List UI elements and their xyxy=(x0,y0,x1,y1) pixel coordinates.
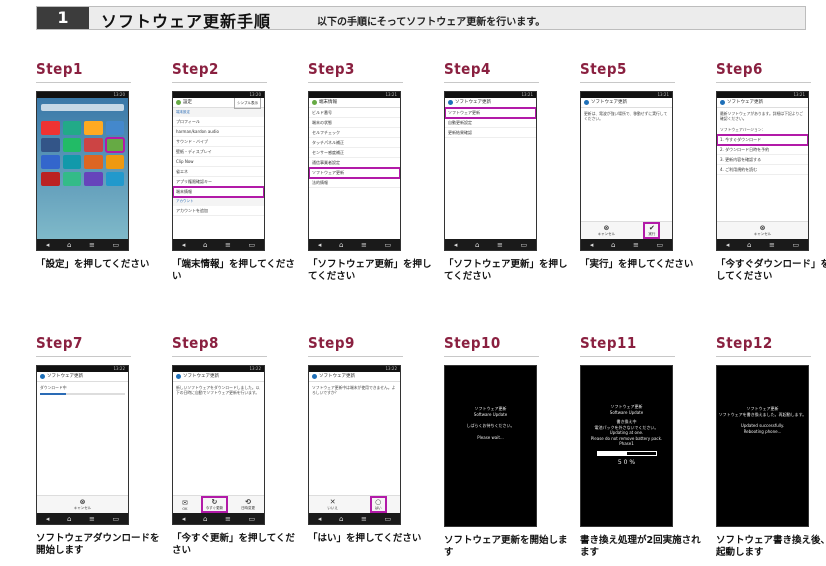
step-caption: 「設定」を押してください xyxy=(36,259,150,270)
software-update-item[interactable]: ソフトウェア更新 xyxy=(445,107,536,119)
step-3: Step3 13:21 端末情報 ビルド番号 端末の状態 セルフチェック タッチパネル… xyxy=(308,60,432,282)
step-7: Step7 13:22 ソフトウェア更新 ダウンロード中 ⊗ キャンセル ◂ ⌂ ≡ ▭… xyxy=(36,334,160,556)
run-button[interactable]: ✔ 実行 xyxy=(643,222,661,239)
step-11: Step11 ソフトウェア更新 Software Update 書き換え中 電池パッ… xyxy=(580,334,701,558)
update-now-button[interactable]: ↻ 今すぐ更新 xyxy=(200,496,229,513)
settings-app-icon[interactable] xyxy=(104,137,125,153)
nav-bar: ◂ ⌂ ≡ ▭ xyxy=(37,239,128,250)
section-subtitle: 以下の手順にそってソフトウェア更新を行います。 xyxy=(317,17,546,28)
step-label: Step1 xyxy=(36,60,83,78)
step-6: Step6 13:21 ソフトウェア更新 最新ソフトウェアがあります。詳細は下記… xyxy=(716,60,826,282)
step-8: Step8 13:22 ソフトウェア更新 新しいソフトウェアをダウンロードしまし… xyxy=(172,334,295,556)
progress-bar xyxy=(596,450,657,456)
step-4: Step4 13:21 ソフトウェア更新 ソフトウェア更新 自動更新設定 更新結果… xyxy=(444,60,568,282)
section-header: 1 ソフトウェア更新手順 以下の手順にそってソフトウェア更新を行います。 xyxy=(36,6,806,31)
step-2: Step2 13:20 設定 シンプル表示 端末設定 プロフィール harman/k… xyxy=(172,60,295,282)
software-update-item[interactable]: ソフトウェア更新 xyxy=(309,167,400,179)
section-title: ソフトウェア更新手順 xyxy=(101,12,272,31)
phone-screenshot: 13:20 設定 シンプル表示 端末設定 プロフィール harman/kardon … xyxy=(172,91,265,251)
device-info-item[interactable]: 端末情報 xyxy=(173,186,264,198)
step-12: Step12 ソフトウェア更新 ソフトウェアを書き換えました。再起動します。 Up… xyxy=(716,334,826,558)
section-number: 1 xyxy=(37,7,89,29)
step-5: Step5 13:21 ソフトウェア更新 更新は、電波が強い場所で、移動せずに実… xyxy=(580,60,694,270)
step-9: Step9 13:22 ソフトウェア更新 ソフトウェア更新中は端末が使用できませ… xyxy=(308,334,422,544)
step-10: Step10 ソフトウェア更新 Software Update しばらくお待ちくだ… xyxy=(444,334,568,558)
phone-screenshot: 13:20 ◂ ⌂ ≡ ▭ xyxy=(36,91,129,251)
step-1: Step1 13:20 ◂ ⌂ ≡ ▭ 「設定」を押してください xyxy=(36,60,161,271)
yes-button[interactable]: ○ はい xyxy=(369,496,387,513)
download-now-item[interactable]: 1. 今すぐダウンロード xyxy=(717,134,808,146)
